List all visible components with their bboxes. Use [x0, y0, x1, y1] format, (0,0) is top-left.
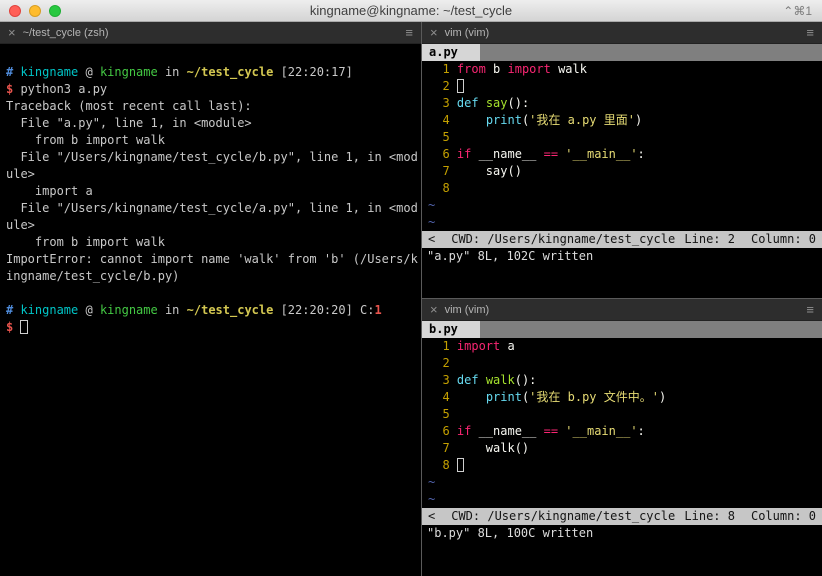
vim-message-b: "b.py" 8L, 100C written [427, 526, 594, 540]
zoom-window-button[interactable] [49, 4, 61, 17]
text-line: 4 print('我在 b.py 文件中。') [428, 390, 667, 404]
terminal-window: kingname@kingname: ~/test_cycle ⌃⌘1 × ~/… [0, 0, 822, 576]
text-line: ~ [428, 492, 436, 506]
text-line: # kingname @ kingname in ~/test_cycle [2… [6, 303, 382, 317]
text-line [6, 285, 416, 302]
text-line: File "/Users/kingname/test_cycle/b.py", … [6, 150, 418, 164]
zsh-pane-tabbar: × ~/test_cycle (zsh) ≡ [0, 22, 421, 44]
vim-tabline: b.py [422, 321, 822, 338]
statusline-cwd: CWD: /Users/kingname/test_cycle [451, 232, 676, 246]
vim-a-tabbar: × vim (vim) ≡ [422, 22, 822, 44]
vim-statusline-a: < CWD: /Users/kingname/test_cycle Line: … [422, 231, 822, 248]
text-line: 7 say() [428, 164, 522, 178]
hamburger-menu-icon[interactable]: ≡ [806, 303, 814, 316]
text-line: 3 def say(): [428, 96, 530, 110]
statusline-cwd: CWD: /Users/kingname/test_cycle [451, 509, 676, 523]
pane-tab-title[interactable]: vim (vim) [445, 304, 490, 316]
code-area-a[interactable]: 1 from b import walk 2 3 def say(): 4 pr… [422, 61, 822, 231]
vim-pane-b: × vim (vim) ≡ b.py 1 import a 2 3 def wa… [422, 299, 822, 576]
vim-filler [422, 265, 822, 298]
text-line: from b import walk [6, 133, 165, 147]
text-line: ~ [428, 198, 436, 212]
statusline-position: Line: 2 Column: 0 [684, 231, 816, 248]
text-line: # kingname @ kingname in ~/test_cycle [2… [6, 65, 353, 79]
hamburger-menu-icon[interactable]: ≡ [405, 26, 413, 39]
text-line: 2 [428, 356, 457, 370]
text-line: ule> [6, 167, 35, 181]
text-line: 8 [428, 181, 457, 195]
text-line: 5 [428, 130, 457, 144]
titlebar: kingname@kingname: ~/test_cycle ⌃⌘1 [0, 0, 822, 22]
text-line: File "a.py", line 1, in <module> [6, 116, 252, 130]
text-line: 4 print('我在 a.py 里面') [428, 113, 643, 127]
window-title: kingname@kingname: ~/test_cycle [309, 3, 513, 18]
text-line: 1 from b import walk [428, 62, 587, 76]
statusline-column: Column: 0 [750, 232, 816, 246]
text-line: 8 [428, 457, 822, 474]
text-line: ule> [6, 218, 35, 232]
text-line: 2 [428, 78, 822, 95]
close-window-button[interactable] [9, 4, 21, 17]
statusline-column: Column: 0 [750, 509, 816, 523]
text-line: ~ [428, 215, 436, 229]
text-line: import a [6, 184, 93, 198]
statusline-back-indicator: < [428, 232, 436, 246]
text-line: ImportError: cannot import name 'walk' f… [6, 252, 418, 266]
close-pane-icon[interactable]: × [8, 26, 16, 39]
text-line: 5 [428, 407, 457, 421]
statusline-line: Line: 8 [684, 509, 735, 523]
statusline-back-indicator: < [428, 509, 436, 523]
statusline-line: Line: 2 [684, 232, 735, 246]
statusline-position: Line: 8 Column: 0 [684, 508, 816, 525]
pane-tab-title[interactable]: vim (vim) [445, 27, 490, 39]
minimize-window-button[interactable] [29, 4, 41, 17]
traffic-lights [0, 4, 61, 17]
vim-tabline-fill [479, 44, 822, 61]
code-area-b[interactable]: 1 import a 2 3 def walk(): 4 print('我在 b… [422, 338, 822, 508]
text-line: 6 if __name__ == '__main__': [428, 147, 645, 161]
close-pane-icon[interactable]: × [430, 26, 438, 39]
vim-b-tabbar: × vim (vim) ≡ [422, 299, 822, 321]
text-line: ingname/test_cycle/b.py) [6, 269, 180, 283]
text-line: $ python3 a.py [6, 82, 108, 96]
text-line: 6 if __name__ == '__main__': [428, 424, 645, 438]
vim-pane-a: × vim (vim) ≡ a.py 1 from b import walk … [422, 22, 822, 298]
vim-tabline: a.py [422, 44, 822, 61]
text-line: 1 import a [428, 339, 515, 353]
vim-file-tab[interactable]: b.py [422, 321, 480, 338]
pane-tab-title[interactable]: ~/test_cycle (zsh) [23, 27, 109, 39]
right-column: × vim (vim) ≡ a.py 1 from b import walk … [422, 22, 822, 576]
text-line: 3 def walk(): [428, 373, 537, 387]
vim-editor-a: a.py 1 from b import walk 2 3 def say():… [422, 44, 822, 298]
split-content: × ~/test_cycle (zsh) ≡ # kingname @ king… [0, 22, 822, 576]
terminal-output[interactable]: # kingname @ kingname in ~/test_cycle [2… [0, 44, 421, 576]
vim-editor-b: b.py 1 import a 2 3 def walk(): 4 print(… [422, 321, 822, 576]
text-line: Traceback (most recent call last): [6, 99, 252, 113]
text-line: File "/Users/kingname/test_cycle/a.py", … [6, 201, 418, 215]
close-pane-icon[interactable]: × [430, 303, 438, 316]
vim-message-a: "a.py" 8L, 102C written [427, 249, 594, 263]
zsh-pane: × ~/test_cycle (zsh) ≡ # kingname @ king… [0, 22, 421, 576]
vim-statusline-b: < CWD: /Users/kingname/test_cycle Line: … [422, 508, 822, 525]
text-line: ~ [428, 475, 436, 489]
text-line: 7 walk() [428, 441, 530, 455]
vim-filler [422, 542, 822, 576]
text-line: $ [6, 319, 416, 336]
window-shortcut-hint: ⌃⌘1 [783, 3, 812, 18]
vim-file-tab[interactable]: a.py [422, 44, 480, 61]
vim-tabline-fill [479, 321, 822, 338]
hamburger-menu-icon[interactable]: ≡ [806, 26, 814, 39]
text-line: from b import walk [6, 235, 165, 249]
